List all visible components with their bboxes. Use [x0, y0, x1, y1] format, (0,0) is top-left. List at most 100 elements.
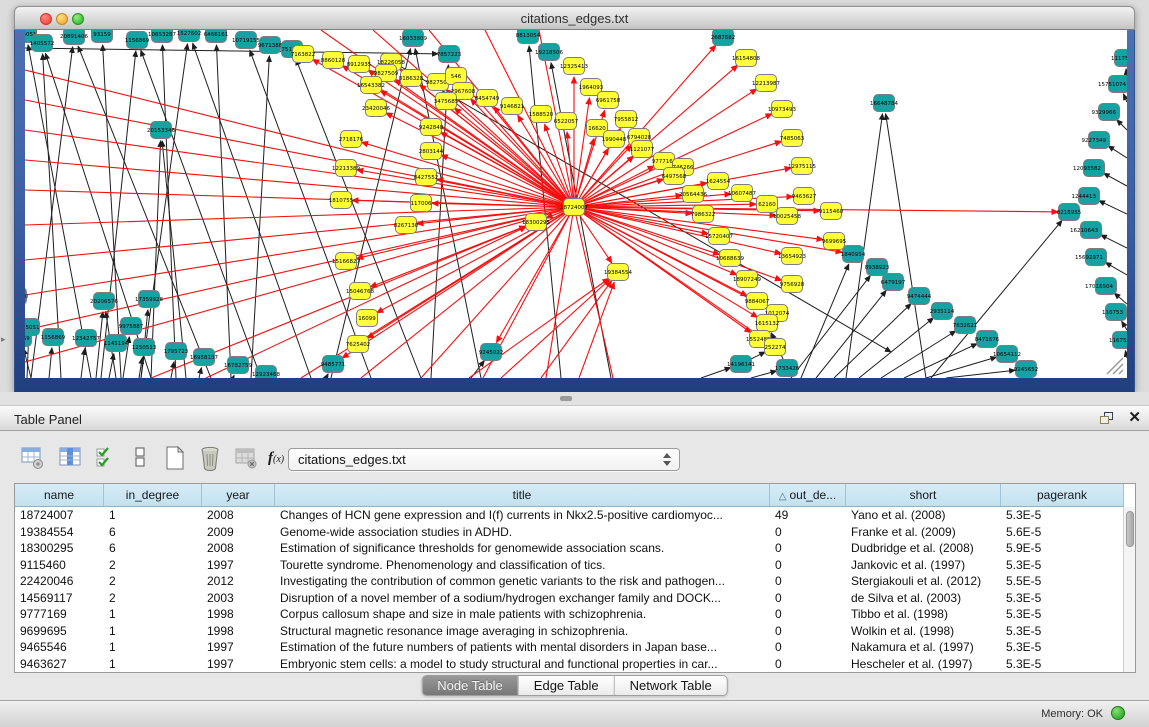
graph-node[interactable]: 7625402: [346, 336, 371, 353]
memory-status-icon[interactable]: [1111, 706, 1125, 720]
resize-grip-icon[interactable]: [1103, 354, 1125, 376]
graph-node[interactable]: 252274: [765, 339, 786, 356]
scrollbar-thumb[interactable]: [1126, 511, 1134, 547]
graph-node[interactable]: 15166827: [332, 253, 360, 270]
graph-edge[interactable]: [1104, 173, 1127, 186]
graph-edge[interactable]: [301, 207, 574, 378]
graph-node[interactable]: 1156869: [41, 329, 66, 346]
graph-edge[interactable]: [1123, 94, 1127, 102]
graph-node[interactable]: 7955812: [614, 111, 639, 128]
graph-node[interactable]: 2687682: [711, 30, 736, 46]
graph-node[interactable]: 15046768: [346, 283, 374, 300]
graph-node[interactable]: 93159: [92, 30, 113, 43]
vertical-scrollbar[interactable]: [1123, 507, 1135, 672]
graph-node[interactable]: 17016504: [1085, 278, 1117, 295]
column-header-year[interactable]: year: [202, 484, 275, 507]
graph-node[interactable]: 19218506: [535, 44, 563, 61]
graph-node[interactable]: 8471676: [975, 331, 1000, 348]
graph-node[interactable]: 2803144: [419, 143, 444, 160]
table-row[interactable]: 946554611997Estimation of the future num…: [15, 639, 1124, 656]
graph-node[interactable]: 8813054: [516, 30, 541, 44]
graph-node[interactable]: 111753: [1111, 50, 1127, 67]
graph-edge[interactable]: [574, 207, 613, 378]
graph-node[interactable]: 1156869: [125, 32, 150, 49]
graph-edge[interactable]: [49, 348, 52, 378]
graph-node[interactable]: 10688639: [716, 250, 744, 267]
table-row[interactable]: 969969511998Structural magnetic resonanc…: [15, 623, 1124, 640]
graph-edge[interactable]: [233, 375, 234, 378]
graph-node[interactable]: 1244413: [1072, 188, 1100, 205]
graph-node[interactable]: 7632621: [953, 317, 978, 334]
graph-edge[interactable]: [579, 282, 614, 378]
graph-node[interactable]: 12923468: [252, 366, 280, 379]
graph-edge[interactable]: [1099, 201, 1127, 214]
graph-node[interactable]: 116753: [1109, 332, 1127, 349]
graph-node[interactable]: 7986322: [691, 206, 716, 223]
graph-node[interactable]: 93159: [25, 330, 32, 347]
graph-node[interactable]: 117006: [411, 195, 432, 212]
graph-edge[interactable]: [541, 281, 612, 378]
graph-edge[interactable]: [1125, 351, 1127, 358]
graph-node[interactable]: 15751074: [1098, 76, 1127, 93]
graph-node[interactable]: 19384554: [604, 264, 632, 281]
graph-edge[interactable]: [362, 142, 574, 207]
tab-edge-table[interactable]: Edge Table: [518, 676, 614, 695]
graph-node[interactable]: 1405572: [30, 35, 55, 52]
graph-node[interactable]: 8427552: [414, 169, 439, 186]
graph-edge[interactable]: [25, 160, 574, 207]
float-panel-icon[interactable]: [1100, 412, 1115, 426]
graph-node[interactable]: 6479197: [881, 274, 906, 291]
graph-node[interactable]: 9329966: [1092, 104, 1120, 121]
graph-node[interactable]: 9699695: [822, 233, 847, 250]
graph-node[interactable]: 20153346: [147, 122, 175, 139]
graph-node[interactable]: 16099: [357, 310, 378, 327]
graph-node[interactable]: 8912935: [347, 56, 372, 73]
table-row[interactable]: 1872400712008Changes of HCN gene express…: [15, 507, 1124, 524]
graph-node[interactable]: 10654112: [993, 346, 1021, 363]
network-canvas[interactable]: 1350511405572208914069315911568691065328…: [25, 30, 1127, 378]
column-header-title[interactable]: title: [275, 484, 770, 507]
graph-edge[interactable]: [1106, 263, 1127, 275]
graph-edge[interactable]: [1108, 146, 1127, 158]
graph-node[interactable]: 10973493: [768, 101, 796, 118]
graph-node[interactable]: 1624554: [706, 173, 731, 190]
table-row[interactable]: 2242004622012Investigating the contribut…: [15, 573, 1124, 590]
close-panel-icon[interactable]: ✕: [1128, 410, 1141, 426]
graph-edge[interactable]: [801, 264, 849, 378]
graph-node[interactable]: 10719155: [232, 32, 260, 49]
graph-edge[interactable]: [946, 370, 1015, 378]
graph-node[interactable]: 7485063: [780, 130, 805, 147]
graph-node[interactable]: 12213987: [752, 75, 780, 92]
table-row[interactable]: 946362711997Embryonic stem cells: a mode…: [15, 656, 1124, 673]
graph-node[interactable]: 1810755: [329, 192, 354, 209]
graph-node[interactable]: 6961758: [596, 92, 621, 109]
graph-node[interactable]: 1795723: [164, 343, 189, 360]
graph-edge[interactable]: [216, 45, 231, 378]
graph-node[interactable]: 9242848: [419, 119, 444, 136]
graph-node[interactable]: 6466161: [204, 30, 229, 43]
graph-edge[interactable]: [1122, 321, 1127, 330]
graph-node[interactable]: 15720407: [705, 228, 733, 245]
graph-node[interactable]: 12325413: [560, 58, 588, 75]
graph-edge[interactable]: [1101, 235, 1127, 248]
graph-node[interactable]: 2718176: [339, 131, 364, 148]
graph-node[interactable]: 8267130: [394, 217, 419, 234]
table-options-icon[interactable]: [20, 445, 46, 471]
graph-node[interactable]: 9463627: [792, 188, 817, 205]
table-selector-dropdown[interactable]: citations_edges.txt: [288, 448, 680, 471]
graph-node[interactable]: 10607487: [728, 185, 756, 202]
table-row[interactable]: 1938455462009Genome-wide association stu…: [15, 524, 1124, 541]
graph-edge[interactable]: [926, 357, 996, 378]
graph-edge[interactable]: [751, 371, 776, 378]
graph-node[interactable]: 9671388: [258, 37, 283, 54]
graph-edge[interactable]: [501, 279, 610, 378]
graph-node[interactable]: 18907249: [733, 271, 761, 288]
graph-edge[interactable]: [81, 349, 85, 378]
graph-edge[interactable]: [109, 354, 114, 378]
column-header-pagerank[interactable]: pagerank: [1001, 484, 1124, 507]
graph-node[interactable]: 16210643: [1070, 222, 1102, 239]
graph-edge[interactable]: [1114, 293, 1127, 304]
graph-edge[interactable]: [574, 98, 589, 207]
table-row[interactable]: 1456911722003Disruption of a novel membe…: [15, 590, 1124, 607]
panel-splitter[interactable]: [0, 392, 1149, 405]
